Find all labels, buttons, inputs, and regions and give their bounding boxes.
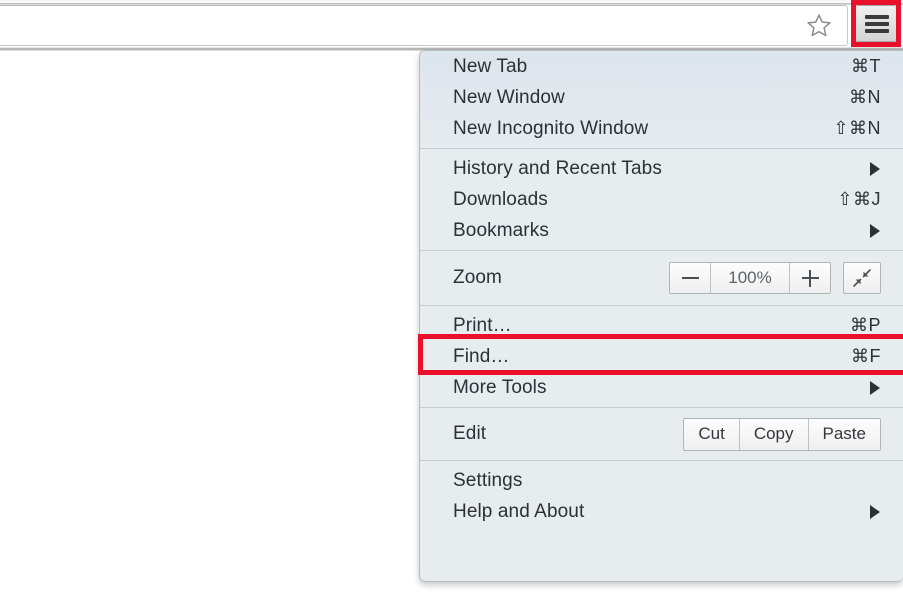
fullscreen-button[interactable] bbox=[843, 262, 881, 294]
zoom-label: Zoom bbox=[453, 267, 502, 288]
chevron-right-icon bbox=[870, 161, 880, 176]
menu-item-bookmarks[interactable]: Bookmarks bbox=[420, 215, 903, 246]
hamburger-menu-icon-bar-2 bbox=[865, 22, 889, 26]
zoom-out-button[interactable] bbox=[670, 263, 710, 293]
menu-item-shortcut: ⇧⌘N bbox=[833, 118, 881, 138]
menu-item-shortcut: ⌘T bbox=[851, 56, 881, 76]
hamburger-menu-button[interactable] bbox=[855, 5, 897, 42]
menu-item-history-and-recent-tabs[interactable]: History and Recent Tabs bbox=[420, 153, 903, 184]
menu-item-find[interactable]: Find… ⌘F bbox=[420, 341, 903, 372]
zoom-in-button[interactable] bbox=[789, 263, 830, 293]
chevron-right-icon bbox=[870, 504, 880, 519]
zoom-controls: 100% bbox=[669, 262, 881, 294]
chevron-right-icon bbox=[870, 223, 880, 238]
menu-item-label: Downloads bbox=[453, 188, 548, 210]
hamburger-menu-icon bbox=[865, 15, 889, 19]
star-icon[interactable] bbox=[805, 12, 833, 40]
hamburger-menu-icon-bar-3 bbox=[865, 29, 889, 33]
menu-item-settings[interactable]: Settings bbox=[420, 465, 903, 496]
menu-item-label: Settings bbox=[453, 469, 523, 491]
edit-label: Edit bbox=[453, 423, 487, 444]
menu-item-label: Print… bbox=[453, 314, 512, 336]
menu-item-label: New Incognito Window bbox=[453, 117, 649, 139]
zoom-level-value: 100% bbox=[710, 263, 789, 293]
address-bar[interactable] bbox=[0, 5, 848, 46]
zoom-stepper: 100% bbox=[669, 262, 831, 294]
menu-item-zoom: Zoom 100% bbox=[420, 255, 903, 301]
menu-item-shortcut: ⌘N bbox=[849, 87, 881, 107]
menu-item-shortcut: ⌘F bbox=[851, 346, 881, 366]
menu-item-new-window[interactable]: New Window ⌘N bbox=[420, 82, 903, 113]
menu-item-new-incognito-window[interactable]: New Incognito Window ⇧⌘N bbox=[420, 113, 903, 144]
copy-button[interactable]: Copy bbox=[738, 418, 808, 450]
menu-item-shortcut: ⇧⌘J bbox=[837, 189, 881, 209]
menu-separator bbox=[420, 407, 903, 408]
menu-group-page-actions: Print… ⌘P Find… ⌘F More Tools bbox=[420, 310, 903, 403]
menu-separator bbox=[420, 460, 903, 461]
menu-item-label: History and Recent Tabs bbox=[453, 157, 662, 179]
plus-icon bbox=[801, 269, 819, 287]
minus-icon bbox=[681, 277, 699, 279]
menu-item-more-tools[interactable]: More Tools bbox=[420, 372, 903, 403]
menu-group-new: New Tab ⌘T New Window ⌘N New Incognito W… bbox=[420, 51, 903, 144]
menu-item-label: Bookmarks bbox=[453, 219, 549, 241]
browser-main-menu: New Tab ⌘T New Window ⌘N New Incognito W… bbox=[419, 50, 903, 582]
menu-group-settings: Settings Help and About bbox=[420, 465, 903, 527]
menu-item-label: More Tools bbox=[453, 376, 547, 398]
menu-item-label: Help and About bbox=[453, 500, 585, 522]
edit-actions: Cut Copy Paste bbox=[683, 417, 881, 451]
menu-item-label: New Window bbox=[453, 86, 565, 108]
menu-separator bbox=[420, 305, 903, 306]
paste-button[interactable]: Paste bbox=[807, 418, 880, 450]
menu-item-label: Find… bbox=[453, 345, 510, 367]
menu-group-browsing: History and Recent Tabs Downloads ⇧⌘J Bo… bbox=[420, 153, 903, 246]
menu-separator bbox=[420, 250, 903, 251]
cut-button[interactable]: Cut bbox=[684, 419, 738, 450]
menu-item-label: New Tab bbox=[453, 55, 528, 77]
menu-item-print[interactable]: Print… ⌘P bbox=[420, 310, 903, 341]
chevron-right-icon bbox=[870, 380, 880, 395]
menu-item-help-and-about[interactable]: Help and About bbox=[420, 496, 903, 527]
menu-item-edit: Edit Cut Copy Paste bbox=[420, 412, 903, 456]
menu-item-shortcut: ⌘P bbox=[849, 315, 881, 335]
menu-item-new-tab[interactable]: New Tab ⌘T bbox=[420, 51, 903, 82]
fullscreen-icon bbox=[853, 269, 871, 287]
menu-item-downloads[interactable]: Downloads ⇧⌘J bbox=[420, 184, 903, 215]
menu-separator bbox=[420, 148, 903, 149]
browser-screen: New Tab ⌘T New Window ⌘N New Incognito W… bbox=[0, 0, 903, 597]
